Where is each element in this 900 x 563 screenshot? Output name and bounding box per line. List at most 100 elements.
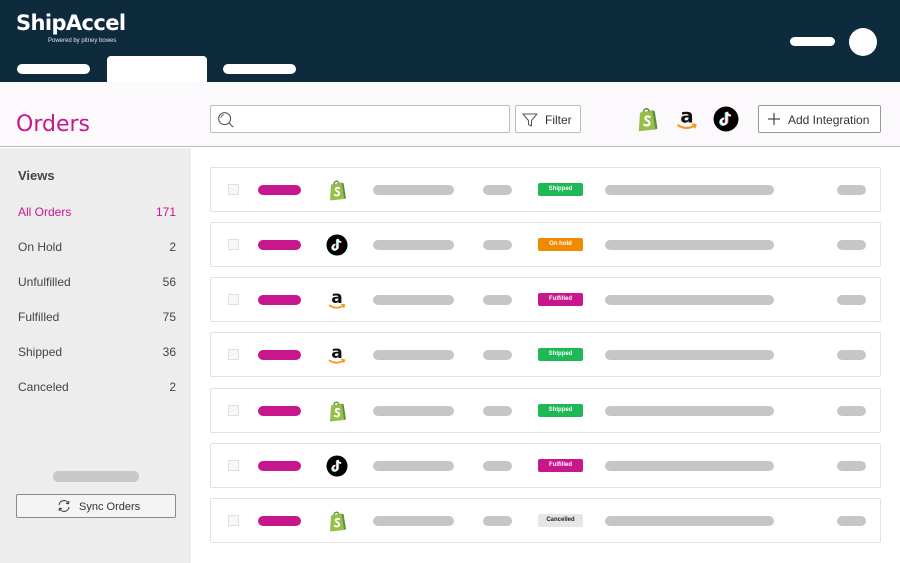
- order-id-placeholder[interactable]: [258, 295, 301, 305]
- search-input[interactable]: [210, 105, 510, 133]
- status-badge: Shipped: [538, 348, 583, 361]
- amazon-icon: [325, 288, 349, 312]
- customer-placeholder: [373, 185, 454, 195]
- table-row[interactable]: Shipped: [210, 388, 881, 433]
- sidebar-item-count: 2: [169, 240, 176, 254]
- order-id-placeholder[interactable]: [258, 350, 301, 360]
- sidebar-item-label: Canceled: [18, 380, 69, 394]
- amazon-icon[interactable]: [673, 104, 701, 134]
- customer-placeholder: [373, 295, 454, 305]
- top-navigation-bar: ShipAccel Powered by pitney bowes: [0, 0, 900, 82]
- logo-subtitle: Powered by pitney bowes: [48, 38, 117, 44]
- tiktok-icon[interactable]: [713, 104, 739, 134]
- details-placeholder: [605, 185, 774, 195]
- row-checkbox[interactable]: [228, 294, 239, 305]
- table-row[interactable]: Fulfilled: [210, 443, 881, 488]
- order-id-placeholder[interactable]: [258, 240, 301, 250]
- search-icon: [218, 112, 234, 128]
- customer-placeholder: [373, 461, 454, 471]
- order-id-placeholder[interactable]: [258, 185, 301, 195]
- date-placeholder: [483, 350, 512, 360]
- customer-placeholder: [373, 406, 454, 416]
- sidebar-item-count: 2: [169, 380, 176, 394]
- sidebar-item-count: 171: [155, 205, 176, 219]
- plus-icon: [768, 113, 780, 125]
- nav-tab-3[interactable]: [223, 64, 296, 74]
- sidebar-item-shipped[interactable]: Shipped 36: [18, 342, 176, 362]
- customer-placeholder: [373, 350, 454, 360]
- views-sidebar: Views All Orders 171 On Hold 2 Unfulfill…: [0, 148, 191, 563]
- total-placeholder: [837, 406, 866, 416]
- total-placeholder: [837, 185, 866, 195]
- sidebar-item-label: Unfulfilled: [18, 275, 71, 289]
- date-placeholder: [483, 240, 512, 250]
- shopify-icon: [325, 178, 349, 202]
- shipaccel-logo[interactable]: ShipAccel Powered by pitney bowes: [16, 10, 126, 44]
- sidebar-item-count: 36: [162, 345, 176, 359]
- order-id-placeholder[interactable]: [258, 461, 301, 471]
- shopify-icon: [325, 509, 349, 533]
- tiktok-icon: [326, 455, 348, 477]
- views-title: Views: [18, 168, 55, 183]
- shopify-icon[interactable]: [633, 104, 661, 134]
- details-placeholder: [605, 461, 774, 471]
- date-placeholder: [483, 185, 512, 195]
- amazon-icon: [325, 343, 349, 367]
- row-checkbox[interactable]: [228, 184, 239, 195]
- user-name-placeholder[interactable]: [790, 37, 835, 46]
- status-badge: Shipped: [538, 183, 583, 196]
- logo-title: ShipAccel: [16, 11, 126, 35]
- table-row[interactable]: Shipped: [210, 332, 881, 377]
- sidebar-item-count: 56: [162, 275, 176, 289]
- status-badge: Shipped: [538, 404, 583, 417]
- sidebar-item-label: All Orders: [18, 205, 72, 219]
- table-row[interactable]: Fulfilled: [210, 277, 881, 322]
- sidebar-item-on-hold[interactable]: On Hold 2: [18, 237, 176, 257]
- table-row[interactable]: Cancelled: [210, 498, 881, 543]
- total-placeholder: [837, 461, 866, 471]
- row-checkbox[interactable]: [228, 515, 239, 526]
- nav-tab-active[interactable]: [107, 56, 207, 82]
- row-checkbox[interactable]: [228, 460, 239, 471]
- sidebar-placeholder: [53, 471, 139, 482]
- shopify-icon: [325, 399, 349, 423]
- order-id-placeholder[interactable]: [258, 516, 301, 526]
- avatar[interactable]: [849, 28, 877, 56]
- date-placeholder: [483, 516, 512, 526]
- sidebar-item-all-orders[interactable]: All Orders 171: [18, 202, 176, 222]
- row-checkbox[interactable]: [228, 349, 239, 360]
- table-row[interactable]: On hold: [210, 222, 881, 267]
- row-checkbox[interactable]: [228, 239, 239, 250]
- date-placeholder: [483, 295, 512, 305]
- row-checkbox[interactable]: [228, 405, 239, 416]
- status-badge: On hold: [538, 238, 583, 251]
- tiktok-icon: [326, 234, 348, 256]
- sidebar-item-fulfilled[interactable]: Fulfilled 75: [18, 307, 176, 327]
- sync-orders-button[interactable]: Sync Orders: [16, 494, 176, 518]
- sidebar-item-canceled[interactable]: Canceled 2: [18, 377, 176, 397]
- nav-tab-1[interactable]: [17, 64, 90, 74]
- filter-icon: [522, 113, 538, 127]
- total-placeholder: [837, 516, 866, 526]
- sidebar-item-label: On Hold: [18, 240, 63, 254]
- add-integration-button[interactable]: Add Integration: [758, 105, 881, 133]
- details-placeholder: [605, 406, 774, 416]
- customer-placeholder: [373, 240, 454, 250]
- sidebar-item-unfulfilled[interactable]: Unfulfilled 56: [18, 272, 176, 292]
- filter-button[interactable]: Filter: [515, 105, 581, 133]
- filter-label: Filter: [545, 113, 572, 127]
- page-title: Orders: [16, 112, 90, 137]
- details-placeholder: [605, 516, 774, 526]
- total-placeholder: [837, 295, 866, 305]
- date-placeholder: [483, 406, 512, 416]
- order-id-placeholder[interactable]: [258, 406, 301, 416]
- orders-header: Orders Filter Add Integration: [0, 82, 900, 147]
- sidebar-item-label: Fulfilled: [18, 310, 60, 324]
- customer-placeholder: [373, 516, 454, 526]
- sidebar-item-label: Shipped: [18, 345, 63, 359]
- sidebar-item-count: 75: [162, 310, 176, 324]
- status-badge: Cancelled: [538, 514, 583, 527]
- table-row[interactable]: Shipped: [210, 167, 881, 212]
- date-placeholder: [483, 461, 512, 471]
- sync-icon: [58, 500, 70, 512]
